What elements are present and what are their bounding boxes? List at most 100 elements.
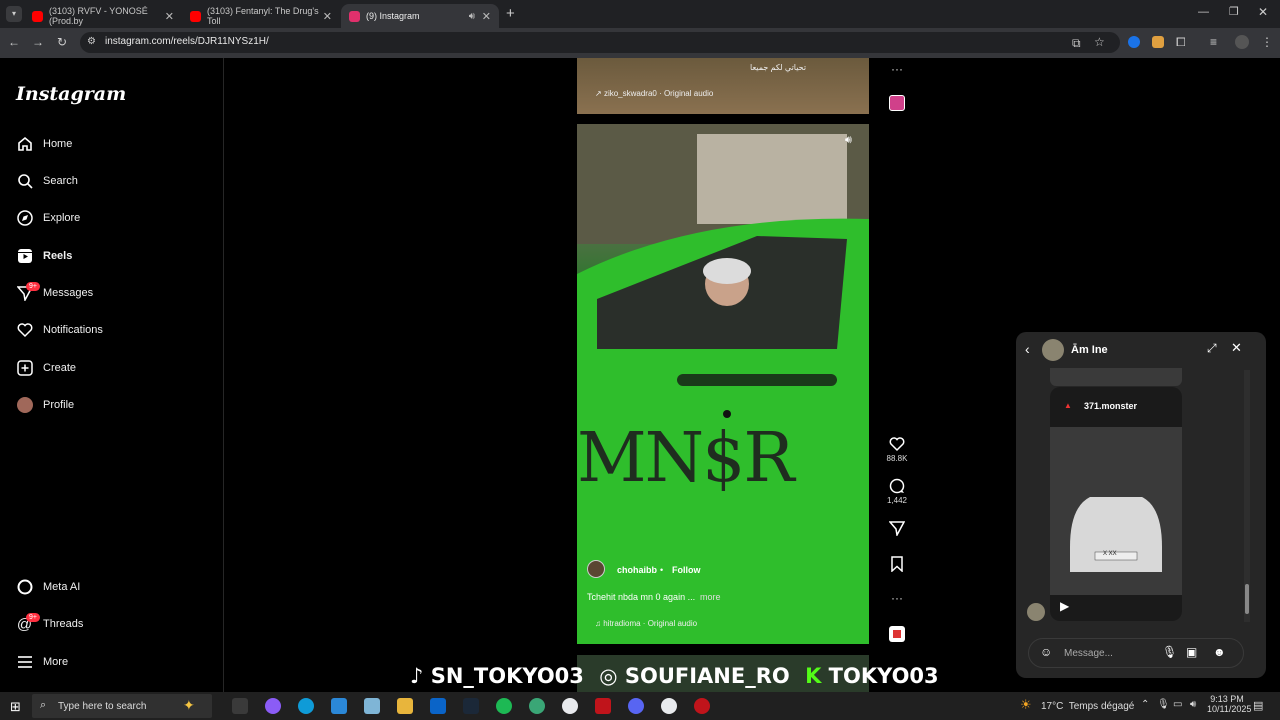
audio-thumbnail[interactable] <box>889 95 905 111</box>
steam-icon[interactable] <box>463 698 479 714</box>
car-text: MN$R <box>577 419 795 498</box>
tab-youtube-2[interactable]: (3103) Fentanyl: The Drug's Toll ✕ <box>182 4 340 28</box>
close-tab-icon[interactable]: ✕ <box>323 10 332 23</box>
save-button[interactable] <box>885 556 909 574</box>
shared-reel-username[interactable]: 371.monster <box>1084 401 1137 411</box>
comment-icon <box>889 478 905 494</box>
minimize-icon[interactable]: — <box>1198 6 1209 18</box>
chrome-icon[interactable] <box>562 698 578 714</box>
volume-icon[interactable]: 🔊︎ <box>1190 699 1196 710</box>
avatar[interactable] <box>1042 339 1064 361</box>
store-icon[interactable] <box>331 698 347 714</box>
sidebar-item-search[interactable]: Search <box>16 171 78 191</box>
previous-shared-reel[interactable] <box>1050 368 1182 386</box>
avatar[interactable] <box>587 560 605 578</box>
forward-icon[interactable]: → <box>32 35 44 49</box>
obs-icon[interactable] <box>694 698 710 714</box>
copilot-icon[interactable] <box>265 698 281 714</box>
more-options-icon[interactable]: ··· <box>885 591 909 605</box>
windows-start-icon[interactable]: ⊞ <box>10 699 21 715</box>
tab-list-button[interactable]: ▾ <box>6 6 22 22</box>
media-control-icon[interactable]: ≡ <box>1210 35 1217 49</box>
image-icon[interactable]: ▣ <box>1186 645 1197 659</box>
emoji-icon[interactable]: ☺ <box>1040 645 1052 659</box>
chat-back-icon[interactable]: ‹ <box>1025 341 1030 357</box>
avatar <box>16 397 33 414</box>
task-view-icon[interactable] <box>232 698 248 714</box>
url-text[interactable]: instagram.com/reels/DJR11NYSz1H/ <box>105 36 269 47</box>
sidebar-item-label: Threads <box>43 618 84 630</box>
close-tab-icon[interactable]: ✕ <box>165 10 174 23</box>
restore-icon[interactable]: ❐ <box>1229 5 1239 18</box>
app-icon[interactable] <box>595 698 611 714</box>
outlook-icon[interactable] <box>430 698 446 714</box>
clock[interactable]: 9:13 PM 10/11/2025 <box>1207 694 1251 714</box>
reel-username[interactable]: chohaibb <box>617 565 657 575</box>
install-app-icon[interactable]: ⧉ <box>1072 36 1081 51</box>
tab-youtube-1[interactable]: (3103) RVFV - YONOSÉ (Prod.by ✕ <box>24 4 182 28</box>
close-chat-icon[interactable]: ✕ <box>1231 340 1242 356</box>
message-input[interactable] <box>1028 638 1244 668</box>
chrome-icon[interactable] <box>661 698 677 714</box>
like-button[interactable]: 88.8K <box>885 436 909 463</box>
reel-audio[interactable]: ♫ hitradioma · Original audio <box>595 619 697 628</box>
notifications-icon[interactable]: ▤ <box>1253 699 1263 712</box>
chevron-up-icon[interactable]: ⌃ <box>1141 699 1149 710</box>
network-icon[interactable]: ▭ <box>1173 699 1182 710</box>
microphone-icon[interactable]: 🎙︎ <box>1162 645 1177 659</box>
app-icon[interactable] <box>529 698 545 714</box>
discord-icon[interactable] <box>628 698 644 714</box>
microphone-icon[interactable]: 🎙︎ <box>1157 699 1170 710</box>
extension-icon[interactable] <box>1152 36 1164 48</box>
site-info-icon[interactable]: ⚙ <box>87 36 96 47</box>
reel-video[interactable]: MN$R 🔊︎ chohaibb • Follow Tchehit nbda m… <box>577 124 869 644</box>
sidebar-item-home[interactable]: Home <box>16 134 72 154</box>
sidebar-item-profile[interactable]: Profile <box>16 395 74 415</box>
notepad-icon[interactable] <box>364 698 380 714</box>
browser-menu-icon[interactable]: ⋮ <box>1261 35 1273 49</box>
weather-icon[interactable]: ☀ <box>1020 697 1032 713</box>
instagram-handle: SOUFIANE_RO <box>624 664 790 688</box>
more-link[interactable]: more <box>700 592 721 602</box>
extension-icon[interactable] <box>1128 36 1140 48</box>
weather-text[interactable]: 17°C Temps dégagé <box>1041 701 1134 712</box>
previous-reel-video[interactable]: تحياتي لكم جميعا ↗ ziko_skwadra0 · Origi… <box>577 58 869 114</box>
sidebar-item-explore[interactable]: Explore <box>16 208 80 228</box>
reload-icon[interactable]: ↻ <box>57 35 67 49</box>
plate-number: X XX <box>1103 551 1117 557</box>
chat-contact-name[interactable]: Ām Ine <box>1071 344 1108 356</box>
extensions-puzzle-icon[interactable]: ⧠ <box>1176 35 1186 50</box>
reel-audio[interactable]: ↗ ziko_skwadra0 · Original audio <box>595 89 713 98</box>
audio-thumbnail[interactable] <box>889 626 905 642</box>
more-options-icon[interactable]: ··· <box>885 62 909 76</box>
compass-icon <box>16 210 33 227</box>
sidebar-item-more[interactable]: More <box>16 652 68 672</box>
spotify-icon[interactable] <box>496 698 512 714</box>
new-tab-button[interactable]: + <box>506 5 515 22</box>
shared-reel-card[interactable]: ▲ 371.monster X XX ▶ <box>1050 387 1182 621</box>
sticker-icon[interactable]: ☻ <box>1213 645 1226 659</box>
copilot-sparkle-icon[interactable]: ✦ <box>183 697 195 714</box>
close-tab-icon[interactable]: ✕ <box>482 10 491 23</box>
sidebar-item-notifications[interactable]: Notifications <box>16 320 103 340</box>
back-icon[interactable]: ← <box>8 35 20 49</box>
file-explorer-icon[interactable] <box>397 698 413 714</box>
sidebar-item-meta-ai[interactable]: Meta AI <box>16 577 80 597</box>
bookmark-star-icon[interactable]: ☆ <box>1094 35 1105 49</box>
chat-scrollbar[interactable] <box>1244 370 1250 622</box>
profile-avatar[interactable] <box>1235 35 1249 49</box>
share-button[interactable] <box>885 520 909 538</box>
volume-icon[interactable]: 🔊︎ <box>845 134 852 147</box>
speaker-icon[interactable]: 🔊︎ <box>469 11 475 22</box>
sidebar-item-reels[interactable]: Reels <box>16 246 72 266</box>
window-close-icon[interactable]: ✕ <box>1258 5 1268 19</box>
expand-icon[interactable]: ⤢ <box>1207 341 1217 356</box>
edge-icon[interactable] <box>298 698 314 714</box>
instagram-logo[interactable]: Instagram <box>16 83 126 105</box>
sidebar-item-create[interactable]: Create <box>16 358 76 378</box>
instagram-icon <box>349 10 360 22</box>
tab-instagram[interactable]: (9) Instagram 🔊︎ ✕ <box>341 4 499 28</box>
comment-button[interactable]: 1,442 <box>885 478 909 505</box>
sidebar-item-label: More <box>43 656 69 668</box>
follow-button[interactable]: Follow <box>672 565 701 575</box>
